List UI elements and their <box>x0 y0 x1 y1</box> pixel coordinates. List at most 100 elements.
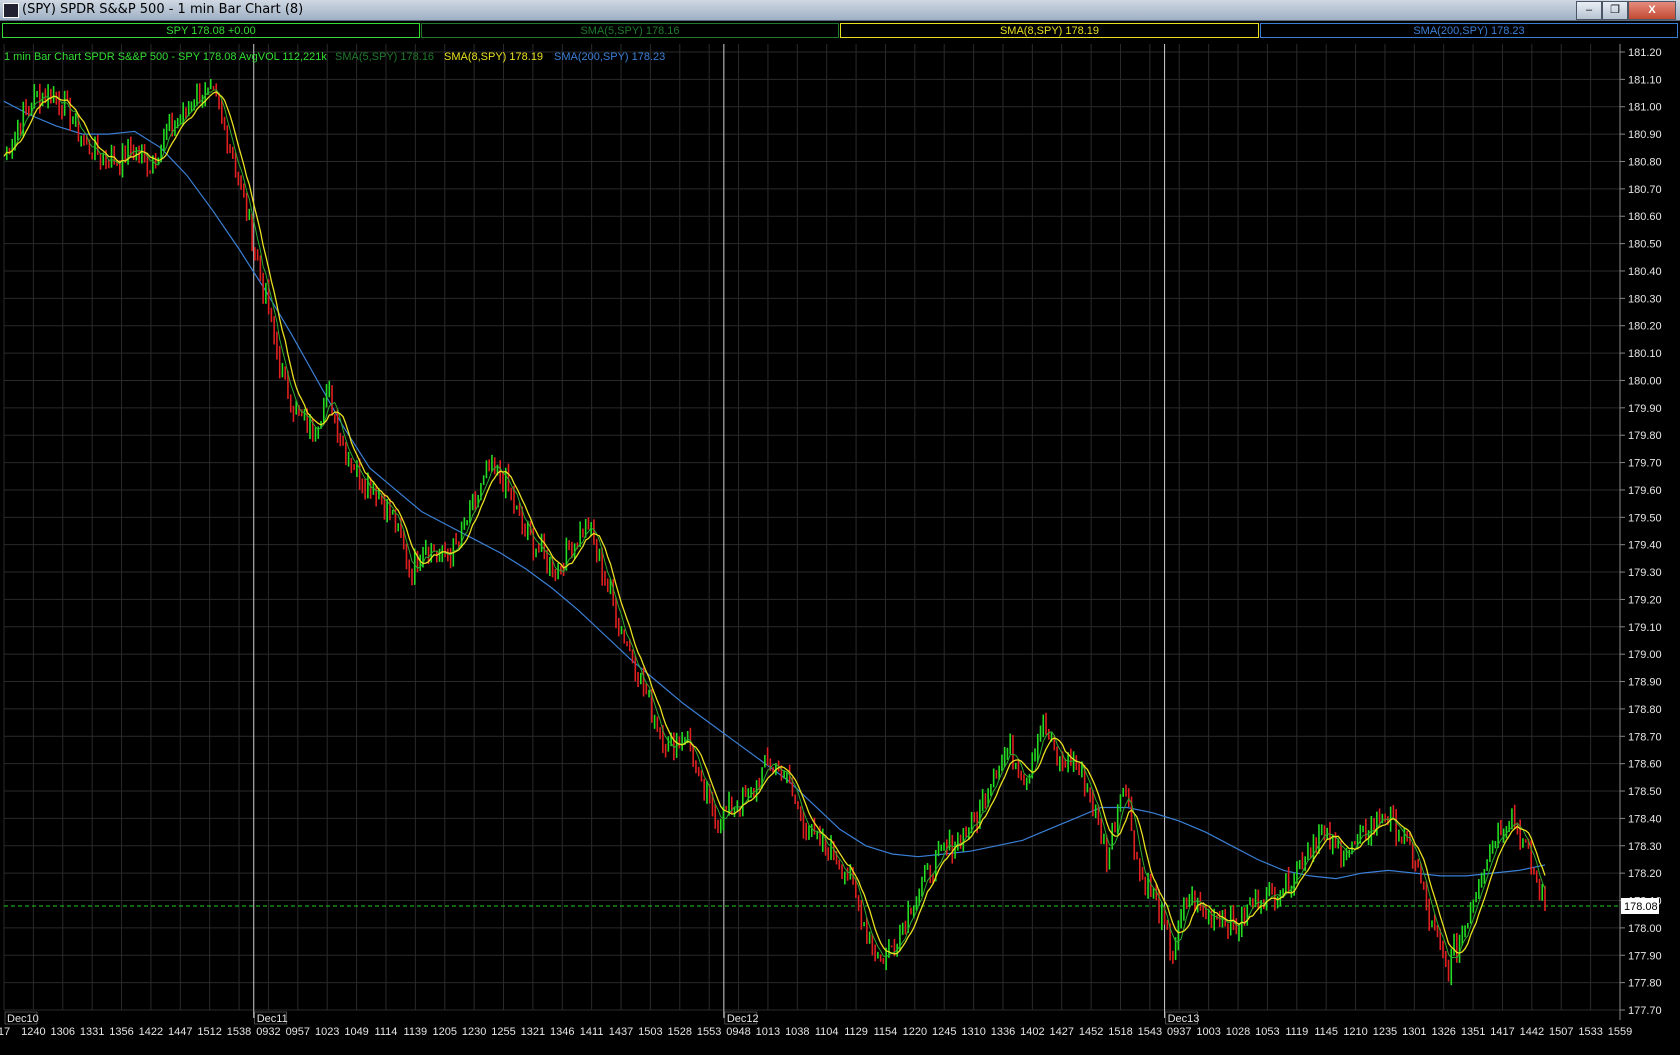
x-tick-label: 1205 <box>432 1026 456 1038</box>
chart-header-sma5: SMA(5,SPY) 178.16 <box>335 51 434 63</box>
x-tick-label: 1507 <box>1549 1026 1573 1038</box>
y-tick-label: 180.60 <box>1628 211 1662 223</box>
y-tick-label: 180.20 <box>1628 321 1662 333</box>
legend-sma5-cell[interactable]: SMA(5,SPY) 178.16 <box>421 23 839 38</box>
x-tick-label: 1326 <box>1431 1026 1455 1038</box>
x-tick-label: 1503 <box>638 1026 662 1038</box>
x-tick-label: 0932 <box>256 1026 280 1038</box>
x-tick-label: 1533 <box>1578 1026 1602 1038</box>
day-label: Dec13 <box>1168 1013 1200 1025</box>
price-chart-area[interactable]: Dec10 Dec11 Dec12 Dec13 181.20 181.10 181.00 1… <box>0 40 1680 1050</box>
y-tick-label: 180.50 <box>1628 239 1662 251</box>
x-tick-label: 1119 <box>1285 1026 1308 1038</box>
y-tick-label: 178.00 <box>1628 923 1662 935</box>
window-title: (SPY) SPDR S&&P 500 - 1 min Bar Chart (8… <box>22 2 304 17</box>
chart-header-sma200: SMA(200,SPY) 178.23 <box>554 51 665 63</box>
x-tick-label: 1346 <box>550 1026 574 1038</box>
x-tick-label: 1528 <box>668 1026 692 1038</box>
x-tick-label: 1447 <box>168 1026 192 1038</box>
y-tick-label: 178.70 <box>1628 731 1662 743</box>
x-tick-label: 1336 <box>991 1026 1015 1038</box>
y-tick-label: 178.40 <box>1628 813 1662 825</box>
y-tick-label: 178.50 <box>1628 786 1662 798</box>
y-tick-label: 179.10 <box>1628 622 1662 634</box>
x-tick-label: 0948 <box>726 1026 750 1038</box>
y-tick-label: 178.60 <box>1628 759 1662 771</box>
x-tick-label: 1512 <box>197 1026 221 1038</box>
x-tick-label: 1452 <box>1079 1026 1103 1038</box>
x-tick-label: 1255 <box>491 1026 515 1038</box>
x-tick-label: 1013 <box>756 1026 780 1038</box>
x-tick-label: 1023 <box>315 1026 339 1038</box>
y-tick-label: 179.80 <box>1628 430 1662 442</box>
x-tick-label: 1310 <box>961 1026 985 1038</box>
x-tick-label: 0937 <box>1167 1026 1191 1038</box>
x-tick-label: 1053 <box>1255 1026 1279 1038</box>
x-tick-label: 1427 <box>1050 1026 1074 1038</box>
minimize-button[interactable]: – <box>1576 1 1602 20</box>
y-tick-label: 180.30 <box>1628 293 1662 305</box>
window-titlebar: (SPY) SPDR S&&P 500 - 1 min Bar Chart (8… <box>0 0 1680 21</box>
y-tick-label: 180.80 <box>1628 156 1662 168</box>
x-tick-label: 1538 <box>227 1026 251 1038</box>
y-tick-label: 179.70 <box>1628 458 1662 470</box>
y-tick-label: 177.90 <box>1628 950 1662 962</box>
x-tick-label: 1518 <box>1108 1026 1132 1038</box>
y-tick-label: 179.90 <box>1628 403 1662 415</box>
chart-header-main: 1 min Bar Chart SPDR S&&P 500 - SPY 178.… <box>4 51 327 63</box>
close-button[interactable]: X <box>1628 1 1676 20</box>
x-tick-label: 1230 <box>462 1026 486 1038</box>
y-tick-label: 180.90 <box>1628 129 1662 141</box>
x-tick-label: 1038 <box>785 1026 809 1038</box>
x-tick-label: 1543 <box>1138 1026 1162 1038</box>
legend-sma200-cell[interactable]: SMA(200,SPY) 178.23 <box>1260 23 1678 38</box>
chart-header-sma8: SMA(8,SPY) 178.19 <box>444 51 543 63</box>
x-tick-label: 1559 <box>1608 1026 1632 1038</box>
y-tick-label: 178.20 <box>1628 868 1662 880</box>
x-tick-label: 1306 <box>51 1026 75 1038</box>
x-tick-label: 1402 <box>1020 1026 1044 1038</box>
y-tick-label: 179.20 <box>1628 594 1662 606</box>
x-tick-label: 1235 <box>1373 1026 1397 1038</box>
x-tick-label: 1139 <box>404 1026 428 1038</box>
x-tick-label: 1351 <box>1461 1026 1485 1038</box>
y-tick-label: 179.60 <box>1628 485 1662 497</box>
x-tick-label: 1411 <box>580 1026 604 1038</box>
x-tick-label: 1154 <box>874 1026 898 1038</box>
restore-button[interactable]: ❐ <box>1602 1 1628 20</box>
y-tick-label: 180.00 <box>1628 375 1662 387</box>
x-tick-label: 1220 <box>903 1026 927 1038</box>
y-tick-label: 181.10 <box>1628 74 1662 86</box>
legend-sma8-cell[interactable]: SMA(8,SPY) 178.19 <box>840 23 1259 38</box>
price-chart[interactable]: Dec10 Dec11 Dec12 Dec13 181.20 181.10 181.00 1… <box>0 40 1680 1050</box>
x-tick-label: 1114 <box>375 1026 398 1038</box>
x-tick-label: 1003 <box>1196 1026 1220 1038</box>
x-tick-label: 1049 <box>344 1026 368 1038</box>
x-tick-label: 1321 <box>521 1026 545 1038</box>
x-tick-label: 1417 <box>1490 1026 1514 1038</box>
y-tick-label: 180.40 <box>1628 266 1662 278</box>
x-tick-label: 1245 <box>932 1026 956 1038</box>
y-tick-label: 177.70 <box>1628 1005 1662 1017</box>
x-tick-label: 1240 <box>21 1026 45 1038</box>
x-tick-label: 1331 <box>80 1026 104 1038</box>
x-tick-label: 1104 <box>815 1026 839 1038</box>
x-tick-label: 1145 <box>1314 1026 1338 1038</box>
x-tick-label: 1129 <box>844 1026 868 1038</box>
y-tick-label: 180.70 <box>1628 184 1662 196</box>
day-label: Dec12 <box>727 1013 759 1025</box>
y-tick-label: 181.20 <box>1628 47 1662 59</box>
legend-price-cell[interactable]: SPY 178.08 +0.00 <box>2 23 420 38</box>
y-tick-label: 178.90 <box>1628 677 1662 689</box>
x-tick-label: 1437 <box>609 1026 633 1038</box>
x-tick-label: 0957 <box>286 1026 310 1038</box>
chart-app-icon[interactable] <box>3 3 19 18</box>
x-axis: 17 1240 1306 1331 1356 1422 1447 1512 1538 0932 09… <box>0 1026 1632 1038</box>
x-tick-label: 1028 <box>1226 1026 1250 1038</box>
y-tick-label: 179.00 <box>1628 649 1662 661</box>
y-tick-label: 178.30 <box>1628 841 1662 853</box>
x-tick-label: 1210 <box>1343 1026 1367 1038</box>
y-tick-label: 181.00 <box>1628 102 1662 114</box>
x-tick-label: 17 <box>0 1026 10 1038</box>
x-tick-label: 1301 <box>1402 1026 1426 1038</box>
